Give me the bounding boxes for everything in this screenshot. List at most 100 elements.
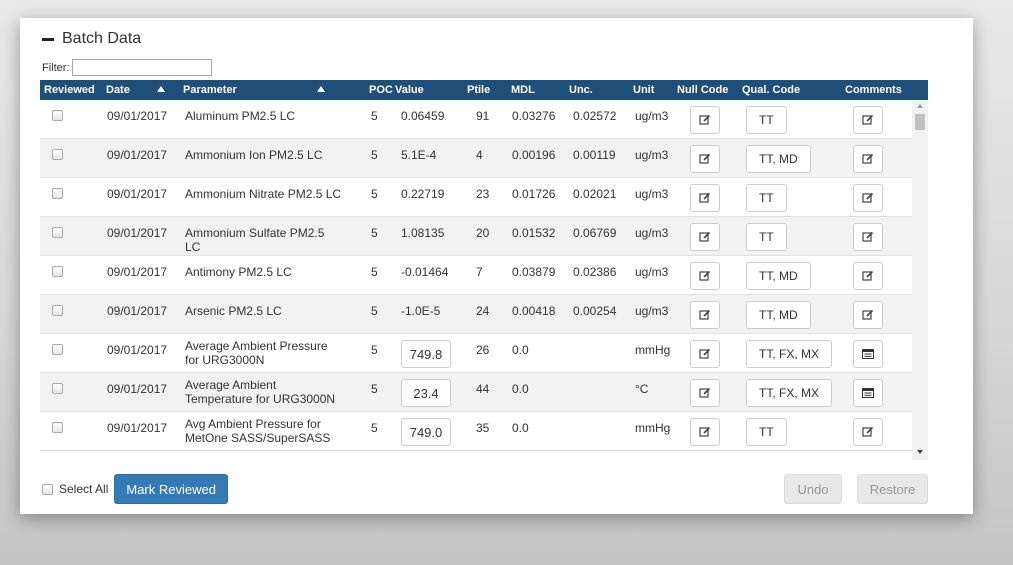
col-value[interactable]: Value <box>395 84 424 96</box>
ptile-cell: 23 <box>476 187 490 201</box>
null-code-button[interactable] <box>690 418 720 446</box>
comments-button[interactable] <box>853 301 883 329</box>
reviewed-checkbox[interactable] <box>52 149 63 160</box>
footer-left: Select All Mark Reviewed <box>42 474 228 504</box>
scroll-down-icon[interactable] <box>917 450 923 454</box>
reviewed-checkbox[interactable] <box>52 344 63 355</box>
value-input[interactable]: 749.8 <box>401 340 451 368</box>
parameter-cell: Average Ambient Pressure for URG3000N <box>185 339 328 367</box>
null-code-button[interactable] <box>690 262 720 290</box>
table-row[interactable]: 09/01/2017 Aluminum PM2.5 LC 5 0.06459 91 0.0… <box>40 100 912 139</box>
value-input[interactable]: 749.0 <box>401 418 451 446</box>
qual-code-input[interactable]: TT, MD <box>746 262 811 290</box>
col-null-code[interactable]: Null Code <box>677 84 728 96</box>
edit-icon <box>862 114 874 126</box>
null-code-button[interactable] <box>690 106 720 134</box>
reviewed-checkbox[interactable] <box>52 188 63 199</box>
unc-cell: 0.02386 <box>573 265 617 279</box>
poc-cell: 5 <box>371 421 378 435</box>
null-code-button[interactable] <box>690 301 720 329</box>
qual-code-input[interactable]: TT <box>746 184 787 212</box>
unit-cell: ug/m3 <box>635 265 669 279</box>
select-all-label[interactable]: Select All <box>59 482 108 496</box>
col-qual-code[interactable]: Qual. Code <box>742 84 800 96</box>
poc-cell: 5 <box>371 148 378 162</box>
comments-button[interactable] <box>853 223 883 251</box>
table-row[interactable]: 09/01/2017 Avg Ambient Pressure for MetOn… <box>40 412 912 451</box>
restore-button[interactable]: Restore <box>857 474 928 504</box>
reviewed-checkbox[interactable] <box>52 227 63 238</box>
comments-button[interactable] <box>853 418 883 446</box>
reviewed-checkbox[interactable] <box>52 110 63 121</box>
table-header: Reviewed Date Parameter POC Value Ptile … <box>40 80 928 100</box>
table-row[interactable]: 09/01/2017 Ammonium Ion PM2.5 LC 5 5.1E-4 4 0… <box>40 139 912 178</box>
col-comments[interactable]: Comments <box>845 84 902 96</box>
unit-cell: mmHg <box>635 343 671 357</box>
col-unit[interactable]: Unit <box>633 84 654 96</box>
reviewed-checkbox[interactable] <box>52 305 63 316</box>
undo-button[interactable]: Undo <box>784 474 842 504</box>
qual-code-input[interactable]: TT, FX, MX <box>746 340 832 368</box>
ptile-cell: 44 <box>476 382 490 396</box>
null-code-button[interactable] <box>690 223 720 251</box>
mdl-cell: 0.00418 <box>512 304 556 318</box>
reviewed-checkbox[interactable] <box>52 266 63 277</box>
value-cell: 0.06459 <box>401 109 445 123</box>
edit-icon <box>862 192 874 204</box>
qual-code-input[interactable]: TT, MD <box>746 145 811 173</box>
null-code-button[interactable] <box>690 184 720 212</box>
qual-code-input[interactable]: TT <box>746 418 787 446</box>
table-row[interactable]: 09/01/2017 Arsenic PM2.5 LC 5 -1.0E-5 24 0.00… <box>40 295 912 334</box>
edit-icon <box>699 153 711 165</box>
unit-cell: ug/m3 <box>635 304 669 318</box>
ptile-cell: 35 <box>476 421 490 435</box>
table-row[interactable]: 09/01/2017 Ammonium Nitrate PM2.5 LC 5 0.22… <box>40 178 912 217</box>
batch-data-table: Reviewed Date Parameter POC Value Ptile … <box>40 80 928 460</box>
edit-icon <box>699 426 711 438</box>
unc-cell: 0.02572 <box>573 109 617 123</box>
table-row[interactable]: 09/01/2017 Ammonium Sulfate PM2.5 LC 5 1.08… <box>40 217 912 256</box>
unit-cell: mmHg <box>635 421 671 435</box>
ptile-cell: 20 <box>476 226 490 240</box>
null-code-button[interactable] <box>690 379 720 407</box>
qual-code-input[interactable]: TT <box>746 106 787 134</box>
parameter-cell: Ammonium Sulfate PM2.5 LC <box>185 226 325 254</box>
poc-cell: 5 <box>371 304 378 318</box>
qual-code-input[interactable]: TT, MD <box>746 301 811 329</box>
qual-code-input[interactable]: TT <box>746 223 787 251</box>
col-parameter[interactable]: Parameter <box>183 84 237 96</box>
collapse-icon[interactable] <box>42 37 54 41</box>
scroll-up-icon[interactable] <box>917 104 923 108</box>
date-cell: 09/01/2017 <box>107 343 168 357</box>
col-reviewed[interactable]: Reviewed <box>44 84 95 96</box>
comments-button[interactable] <box>853 184 883 212</box>
comments-button[interactable] <box>853 379 883 407</box>
filter-input[interactable] <box>71 59 212 76</box>
table-row[interactable]: 09/01/2017 Average Ambient Pressure for U… <box>40 334 912 373</box>
null-code-button[interactable] <box>690 340 720 368</box>
comments-button[interactable] <box>853 106 883 134</box>
col-date[interactable]: Date <box>106 84 130 96</box>
section-header[interactable]: Batch Data <box>42 30 141 48</box>
reviewed-checkbox[interactable] <box>52 383 63 394</box>
col-ptile[interactable]: Ptile <box>467 84 490 96</box>
table-scrollbar[interactable] <box>912 100 928 460</box>
comments-button[interactable] <box>853 145 883 173</box>
comments-button[interactable] <box>853 262 883 290</box>
col-poc[interactable]: POC <box>369 84 393 96</box>
reviewed-checkbox[interactable] <box>52 422 63 433</box>
null-code-button[interactable] <box>690 145 720 173</box>
qual-code-input[interactable]: TT, FX, MX <box>746 379 832 407</box>
mdl-cell: 0.0 <box>512 382 529 396</box>
table-row[interactable]: 09/01/2017 Antimony PM2.5 LC 5 -0.01464 7 0.0… <box>40 256 912 295</box>
comments-button[interactable] <box>853 340 883 368</box>
col-mdl[interactable]: MDL <box>511 84 535 96</box>
table-row[interactable]: 09/01/2017 Average Ambient Temperature fo… <box>40 373 912 412</box>
date-cell: 09/01/2017 <box>107 421 168 435</box>
value-input[interactable]: 23.4 <box>401 379 451 407</box>
col-unc[interactable]: Unc. <box>569 84 593 96</box>
scroll-thumb[interactable] <box>915 114 925 130</box>
mdl-cell: 0.01726 <box>512 187 556 201</box>
mark-reviewed-button[interactable]: Mark Reviewed <box>114 474 228 504</box>
select-all-checkbox[interactable] <box>42 483 53 495</box>
